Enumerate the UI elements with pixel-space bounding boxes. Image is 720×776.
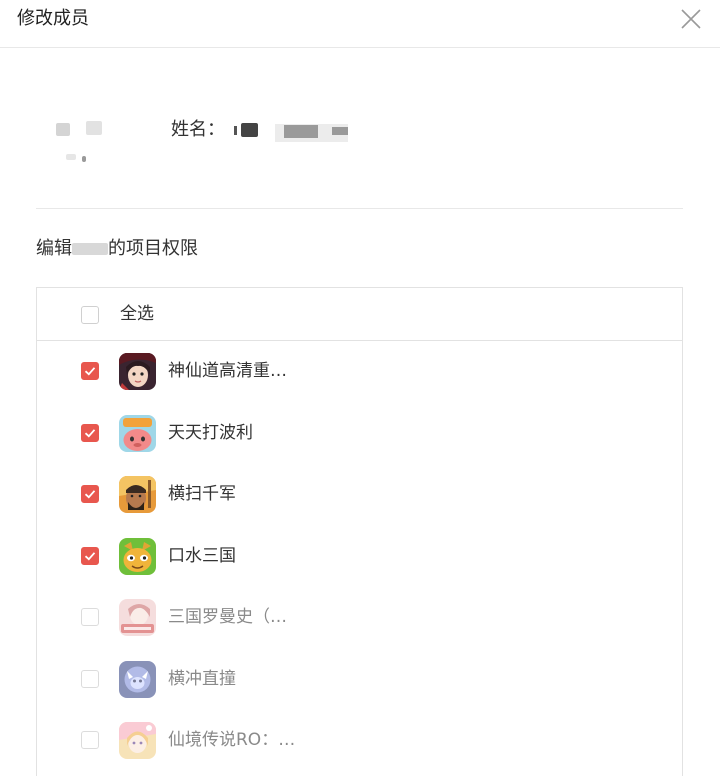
game-icon-koushuisanguo xyxy=(119,537,156,575)
game-icon-hengchongzhizhuang xyxy=(119,660,156,698)
project-row[interactable]: 横冲直撞 xyxy=(37,649,682,711)
section-divider xyxy=(36,208,683,209)
redacted-member-name xyxy=(72,243,108,255)
game-name: 仙境传说RO：… xyxy=(168,730,296,750)
table-header: 全选 xyxy=(37,288,682,341)
project-row[interactable]: 横扫千军 xyxy=(37,464,682,526)
project-row[interactable]: 三国罗曼史（… xyxy=(37,587,682,649)
game-name: 天天打波利 xyxy=(168,422,253,443)
project-checkbox[interactable] xyxy=(81,608,99,626)
name-label: 姓名： xyxy=(171,119,225,140)
project-checkbox[interactable] xyxy=(81,731,99,749)
game-name: 三国罗曼史（… xyxy=(168,607,287,627)
project-checkbox[interactable] xyxy=(81,669,99,688)
game-name: 口水三国 xyxy=(168,545,236,566)
game-name: 横扫千军 xyxy=(168,484,236,504)
game-icon-sanguoluomanshi xyxy=(119,599,156,636)
select-all-label: 全选 xyxy=(120,304,154,324)
project-checkbox[interactable] xyxy=(81,546,99,565)
name-value-redacted xyxy=(232,122,357,144)
member-info: 姓名： xyxy=(0,100,720,180)
project-row[interactable]: 口水三国 xyxy=(37,526,682,588)
game-name: 神仙道高清重… xyxy=(168,361,287,381)
select-all-checkbox[interactable] xyxy=(81,306,99,324)
permissions-title-prefix: 编辑 xyxy=(36,238,72,259)
dialog-header: 修改成员 xyxy=(0,0,720,48)
project-row[interactable]: 神仙道高清重… xyxy=(37,341,682,403)
permissions-title: 编辑 的项目权限 xyxy=(36,238,198,260)
game-icon-shenxiandao xyxy=(119,353,156,390)
project-row[interactable]: 天天打波利 xyxy=(37,403,682,465)
project-checkbox[interactable] xyxy=(81,362,99,380)
game-icon-hengsaoqianjun xyxy=(119,476,156,513)
game-name: 横冲直撞 xyxy=(168,668,236,689)
dialog-title: 修改成员 xyxy=(17,8,89,29)
close-icon[interactable] xyxy=(680,8,702,30)
permissions-title-suffix: 的项目权限 xyxy=(108,238,198,259)
game-icon-tiantiandaboli xyxy=(119,414,156,452)
project-permission-table: 全选 神仙道高清重… 天天打波利 横扫千军 口水三国 三国罗曼史（… 横冲直撞 … xyxy=(36,287,683,776)
game-icon-xianjingchuanshuo xyxy=(119,722,156,759)
project-checkbox[interactable] xyxy=(81,485,99,503)
avatar xyxy=(52,118,106,166)
project-row[interactable]: 仙境传说RO：… xyxy=(37,710,682,772)
project-checkbox[interactable] xyxy=(81,423,99,442)
